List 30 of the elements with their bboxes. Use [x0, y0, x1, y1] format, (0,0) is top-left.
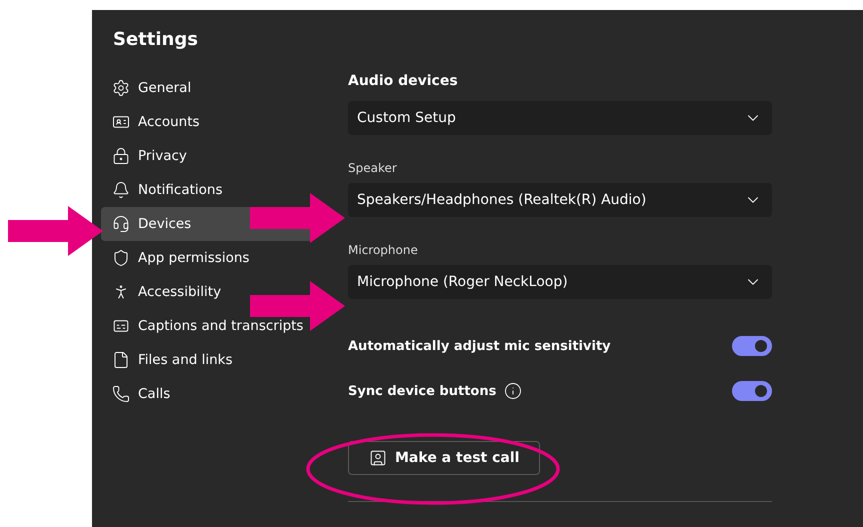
- field-label: Microphone: [348, 243, 419, 257]
- field-label: Speaker: [348, 161, 398, 175]
- test-call-button[interactable]: Make a test call: [348, 441, 540, 475]
- toggle-switch[interactable]: [732, 381, 772, 401]
- sidebar-icon: [112, 79, 130, 97]
- sidebar-item[interactable]: Calls: [101, 377, 313, 411]
- dropdown[interactable]: Speakers/Headphones (Realtek(R) Audio): [348, 183, 772, 217]
- sidebar-icon: [112, 215, 130, 233]
- sidebar-icon: [112, 147, 130, 165]
- sidebar-item[interactable]: App permissions: [101, 241, 313, 275]
- toggle-label: Sync device buttons: [348, 384, 496, 398]
- sidebar-item[interactable]: Privacy: [101, 139, 313, 173]
- info-icon[interactable]: [504, 382, 522, 400]
- toggle-switch[interactable]: [732, 336, 772, 356]
- sidebar-item[interactable]: General: [101, 71, 313, 105]
- toggle-label: Automatically adjust mic sensitivity: [348, 338, 611, 354]
- dropdown[interactable]: Custom Setup: [348, 101, 772, 135]
- sidebar-item[interactable]: Captions and transcripts: [101, 309, 313, 343]
- sidebar-item[interactable]: Notifications: [101, 173, 313, 207]
- sidebar-item[interactable]: Accessibility: [101, 275, 313, 309]
- sidebar-icon: [112, 351, 130, 369]
- sidebar-icon: [112, 181, 130, 199]
- sidebar-icon: [112, 249, 130, 267]
- dropdown[interactable]: Microphone (Roger NeckLoop): [348, 265, 772, 299]
- sidebar-item[interactable]: Files and links: [101, 343, 313, 377]
- sidebar-icon: [112, 385, 130, 403]
- section-heading: Audio devices: [348, 73, 459, 91]
- person-icon: [369, 449, 387, 467]
- window-title: Settings: [112, 28, 199, 52]
- sidebar-item[interactable]: Accounts: [101, 105, 313, 139]
